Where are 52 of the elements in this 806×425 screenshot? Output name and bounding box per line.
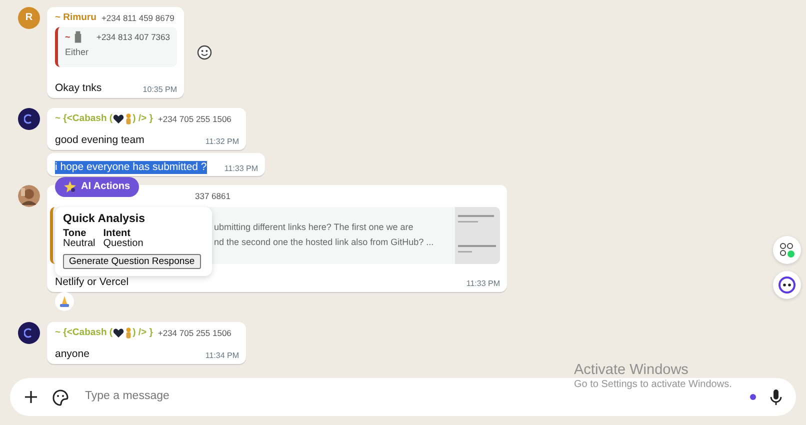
quote-sender: ~ bbox=[65, 32, 70, 43]
heart-icon bbox=[112, 114, 124, 124]
reaction-icon[interactable] bbox=[55, 292, 74, 311]
message-time: 11:33 PM bbox=[224, 164, 258, 174]
message-time: 11:34 PM bbox=[205, 351, 239, 361]
quote-text: Either bbox=[65, 47, 90, 58]
phone-number: +234 813 407 7363 bbox=[96, 32, 170, 42]
phone-number: 337 6861 bbox=[195, 191, 230, 202]
field-value: Question bbox=[103, 239, 144, 250]
sender-name: ~ Rimuru bbox=[55, 12, 96, 24]
face-icon bbox=[778, 276, 796, 294]
field-value: Neutral bbox=[63, 239, 96, 250]
assistant-button[interactable] bbox=[773, 271, 801, 299]
emoji-button[interactable] bbox=[197, 45, 212, 60]
activation-title: Activate Windows bbox=[574, 362, 690, 380]
phone-number: +234 705 255 1506 bbox=[158, 114, 232, 124]
microphone-icon[interactable] bbox=[770, 388, 782, 406]
sparkle-icon bbox=[64, 181, 77, 193]
figure-icon bbox=[124, 327, 133, 339]
message-text: anyone bbox=[55, 348, 90, 361]
field-label: Intent bbox=[103, 228, 130, 239]
apps-button[interactable] bbox=[773, 236, 801, 264]
figure-icon bbox=[124, 113, 133, 125]
message-text: good evening team bbox=[55, 134, 144, 147]
statue-icon bbox=[74, 31, 82, 44]
sender-name: ~ {<Cabash ( ) /> } bbox=[55, 327, 153, 339]
message-time: 10:35 PM bbox=[142, 85, 177, 95]
message-time: 11:33 PM bbox=[466, 279, 500, 289]
avatar-logo bbox=[18, 108, 40, 130]
message-text: Okay tnks bbox=[55, 82, 102, 95]
apps-icon bbox=[779, 242, 795, 258]
heart-icon bbox=[112, 328, 124, 338]
ai-actions-button[interactable]: AI Actions bbox=[55, 177, 140, 197]
sender-name: ~ {<Cabash ( ) /> } bbox=[55, 113, 153, 125]
message-time: 11:32 PM bbox=[205, 137, 239, 147]
avatar-logo bbox=[18, 322, 40, 344]
status-dot bbox=[750, 394, 756, 400]
generate-response-button[interactable]: Generate Question Response bbox=[63, 254, 201, 270]
sticker-icon[interactable] bbox=[52, 388, 69, 406]
quote-text: ubmitting different links here? The first one we are bbox=[214, 221, 414, 234]
message-text: i hope everyone has submitted ? bbox=[55, 161, 207, 174]
phone-number: +234 705 255 1506 bbox=[158, 328, 232, 338]
quote-text: nd the second one the hosted link also from GitHub? ... bbox=[214, 236, 434, 250]
quoted-message[interactable]: ~ +234 813 407 7363 Either bbox=[55, 27, 177, 68]
avatar-initial: R bbox=[18, 7, 40, 29]
add-icon[interactable] bbox=[24, 390, 38, 404]
activation-text: Go to Settings to activate Windows. bbox=[574, 379, 732, 392]
message-input[interactable]: Type a message bbox=[83, 389, 383, 405]
field-label: Tone bbox=[63, 228, 86, 239]
phone-number: +234 811 459 8679 bbox=[101, 12, 174, 23]
message-text: Netlify or Vercel bbox=[55, 276, 129, 289]
popup-title: Quick Analysis bbox=[63, 213, 146, 226]
